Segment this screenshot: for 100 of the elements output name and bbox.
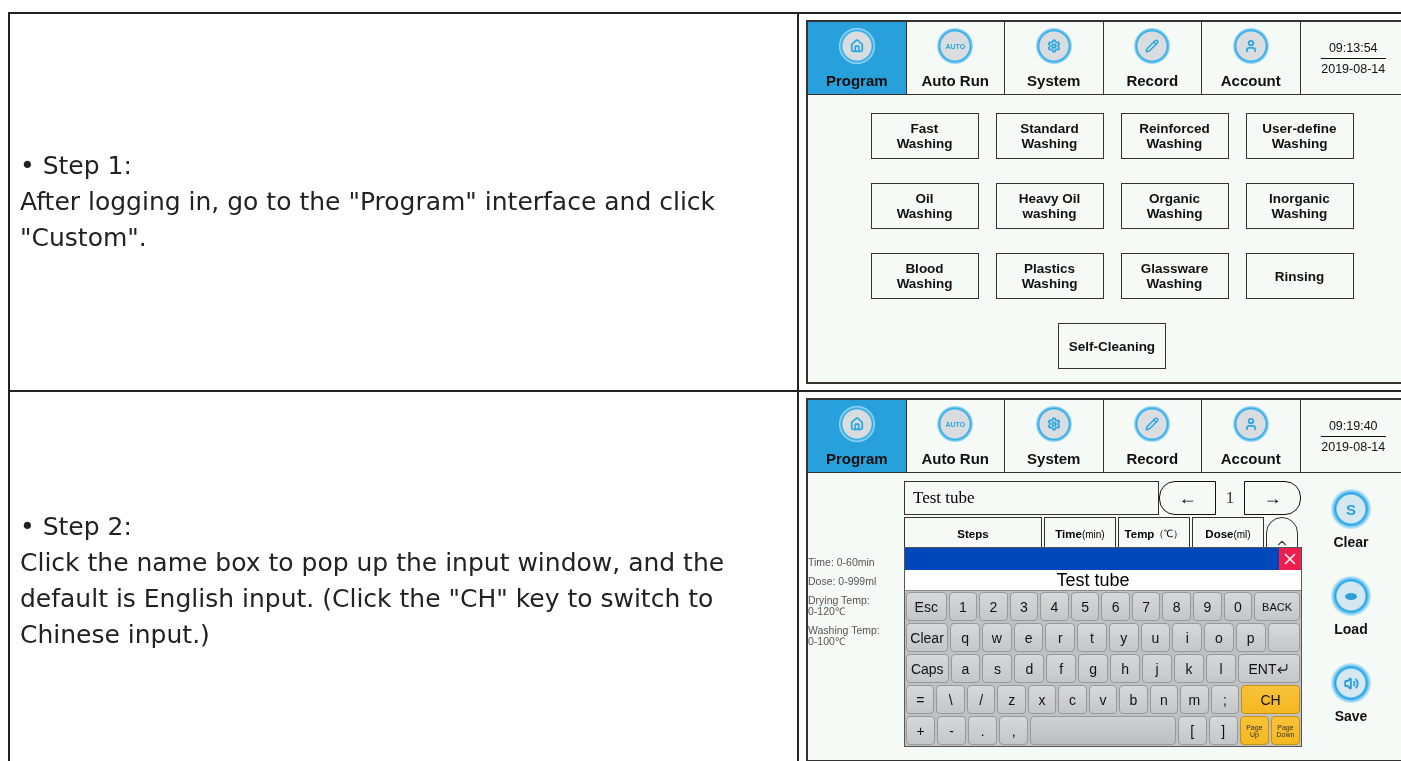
keyboard-key[interactable]: l bbox=[1206, 654, 1236, 683]
keyboard-key[interactable]: r bbox=[1045, 623, 1076, 652]
close-button[interactable] bbox=[1279, 548, 1301, 570]
range-hint: Drying Temp: 0-120℃ bbox=[808, 595, 871, 617]
keyboard-key[interactable]: y bbox=[1108, 623, 1139, 652]
keyboard-key[interactable]: o bbox=[1204, 623, 1234, 652]
keyboard-key[interactable]: ; bbox=[1210, 685, 1240, 714]
previous-button[interactable]: ← bbox=[1159, 481, 1216, 515]
keyboard-key[interactable]: 6 bbox=[1101, 592, 1130, 621]
program-button[interactable]: Blood Washing bbox=[870, 253, 979, 299]
nav-tab[interactable]: Program bbox=[808, 22, 907, 94]
keyboard-key[interactable]: b bbox=[1119, 685, 1148, 714]
keyboard-key[interactable]: x bbox=[1027, 685, 1057, 714]
step-description: Click the name box to pop up the input window, and the default is English input. (Click the "CH" key to switch to Chinese input.) bbox=[20, 547, 726, 651]
keyboard-key[interactable]: i bbox=[1172, 623, 1203, 652]
range-hint: Dose: 0-999ml bbox=[808, 576, 878, 587]
keyboard-key[interactable]: d bbox=[1014, 654, 1045, 683]
tab-label: System bbox=[1027, 450, 1081, 467]
keyboard-key[interactable]: j bbox=[1142, 654, 1173, 683]
keyboard-key[interactable]: m bbox=[1180, 685, 1209, 714]
keyboard-key[interactable]: \ bbox=[936, 685, 965, 714]
keyboard-key[interactable]: e bbox=[1013, 623, 1044, 652]
tab-label: Account bbox=[1220, 450, 1281, 467]
keyboard-key[interactable]: 5 bbox=[1070, 592, 1100, 621]
program-button[interactable]: Heavy Oil washing bbox=[995, 183, 1104, 229]
side-button-label[interactable]: Clear bbox=[1333, 534, 1369, 550]
program-button[interactable]: Reinforced Washing bbox=[1120, 113, 1229, 159]
tab-label: System bbox=[1027, 72, 1081, 89]
keyboard-key[interactable]: Esc bbox=[906, 592, 947, 621]
keyboard-key[interactable]: - bbox=[937, 716, 967, 745]
keyboard-key[interactable]: z bbox=[997, 685, 1026, 714]
tab-label: Auto Run bbox=[921, 450, 989, 467]
tab-label: Record bbox=[1126, 72, 1179, 89]
keyboard-key[interactable]: / bbox=[966, 685, 996, 714]
program-button[interactable]: Inorganic Washing bbox=[1245, 183, 1354, 229]
keyboard-key[interactable]: 9 bbox=[1193, 592, 1222, 621]
keyboard-key[interactable]: a bbox=[950, 654, 981, 683]
keyboard-key[interactable]: w bbox=[981, 623, 1012, 652]
keyboard-key[interactable]: 4 bbox=[1040, 592, 1069, 621]
pencil-icon bbox=[1134, 28, 1171, 64]
speaker-icon bbox=[1331, 663, 1371, 703]
range-hint: Time: 0-60min bbox=[808, 557, 876, 568]
keyboard-key[interactable]: = bbox=[906, 685, 935, 714]
keyboard-key[interactable]: . bbox=[968, 716, 998, 745]
side-button-label[interactable]: Load bbox=[1334, 621, 1368, 637]
keyboard-key[interactable]: Caps bbox=[906, 654, 949, 683]
keyboard-key[interactable]: s bbox=[982, 654, 1013, 683]
step-heading: • Step 2: bbox=[20, 511, 133, 543]
keyboard-key[interactable]: [ bbox=[1177, 716, 1207, 745]
keyboard-key[interactable]: 1 bbox=[948, 592, 978, 621]
tab-label: Account bbox=[1220, 72, 1281, 89]
keyboard-key[interactable]: 8 bbox=[1162, 592, 1191, 621]
keyboard-key[interactable]: 0 bbox=[1223, 592, 1253, 621]
round-dot-icon bbox=[1331, 576, 1371, 616]
program-button[interactable]: User-define Washing bbox=[1245, 113, 1354, 159]
name-field[interactable]: Test tube bbox=[904, 481, 1159, 515]
keyboard-key[interactable]: h bbox=[1110, 654, 1141, 683]
keyboard-key[interactable]: , bbox=[999, 716, 1029, 745]
enter-key[interactable]: ENT bbox=[1237, 654, 1300, 683]
side-button-label[interactable]: Save bbox=[1334, 708, 1368, 724]
gear-icon bbox=[1035, 406, 1072, 442]
page-number: 1 bbox=[1224, 487, 1236, 509]
clock-time: 09:13:54 bbox=[1320, 40, 1386, 59]
program-button[interactable]: Fast Washing bbox=[870, 113, 979, 159]
keyboard-key[interactable]: BACK bbox=[1254, 592, 1300, 621]
program-button[interactable]: Organic Washing bbox=[1120, 183, 1229, 229]
keyboard-key[interactable]: c bbox=[1058, 685, 1087, 714]
keyboard-key[interactable]: 7 bbox=[1131, 592, 1161, 621]
program-button[interactable]: Glassware Washing bbox=[1120, 253, 1229, 299]
keyboard-key[interactable]: f bbox=[1046, 654, 1077, 683]
keyboard-key[interactable]: + bbox=[906, 716, 936, 745]
keyboard-key[interactable]: n bbox=[1149, 685, 1179, 714]
keyboard-key[interactable]: ] bbox=[1208, 716, 1238, 745]
round-letter-icon: S bbox=[1331, 489, 1371, 529]
keyboard-key[interactable]: q bbox=[950, 623, 980, 652]
person-icon bbox=[1232, 406, 1269, 442]
keyboard-key[interactable]: 2 bbox=[979, 592, 1008, 621]
keyboard-key[interactable]: Clear bbox=[906, 623, 949, 652]
keyboard-key[interactable]: k bbox=[1174, 654, 1204, 683]
program-button[interactable]: Self-Cleaning bbox=[1058, 323, 1166, 369]
house-icon bbox=[838, 28, 875, 64]
house-icon bbox=[838, 406, 875, 442]
program-button[interactable]: Oil Washing bbox=[870, 183, 979, 229]
gear-icon bbox=[1035, 28, 1072, 64]
keyboard-key[interactable]: g bbox=[1078, 654, 1109, 683]
keyboard-key[interactable]: CH bbox=[1241, 685, 1301, 714]
keyboard-key[interactable]: v bbox=[1088, 685, 1118, 714]
keyboard-input[interactable]: Test tube bbox=[905, 570, 1301, 591]
range-hint: Washing Temp: 0-100℃ bbox=[808, 625, 881, 647]
keyboard-key[interactable]: p bbox=[1235, 623, 1266, 652]
tab-label: Record bbox=[1126, 450, 1179, 467]
nav-tab[interactable]: Program bbox=[808, 400, 907, 472]
program-button[interactable]: Rinsing bbox=[1245, 253, 1354, 299]
program-button[interactable]: Plastics Washing bbox=[995, 253, 1104, 299]
pencil-icon bbox=[1134, 406, 1171, 442]
program-button[interactable]: Standard Washing bbox=[995, 113, 1104, 159]
keyboard-key[interactable]: t bbox=[1077, 623, 1107, 652]
keyboard-key[interactable]: 3 bbox=[1009, 592, 1039, 621]
keyboard-key[interactable]: u bbox=[1140, 623, 1171, 652]
next-button[interactable]: → bbox=[1244, 481, 1301, 515]
